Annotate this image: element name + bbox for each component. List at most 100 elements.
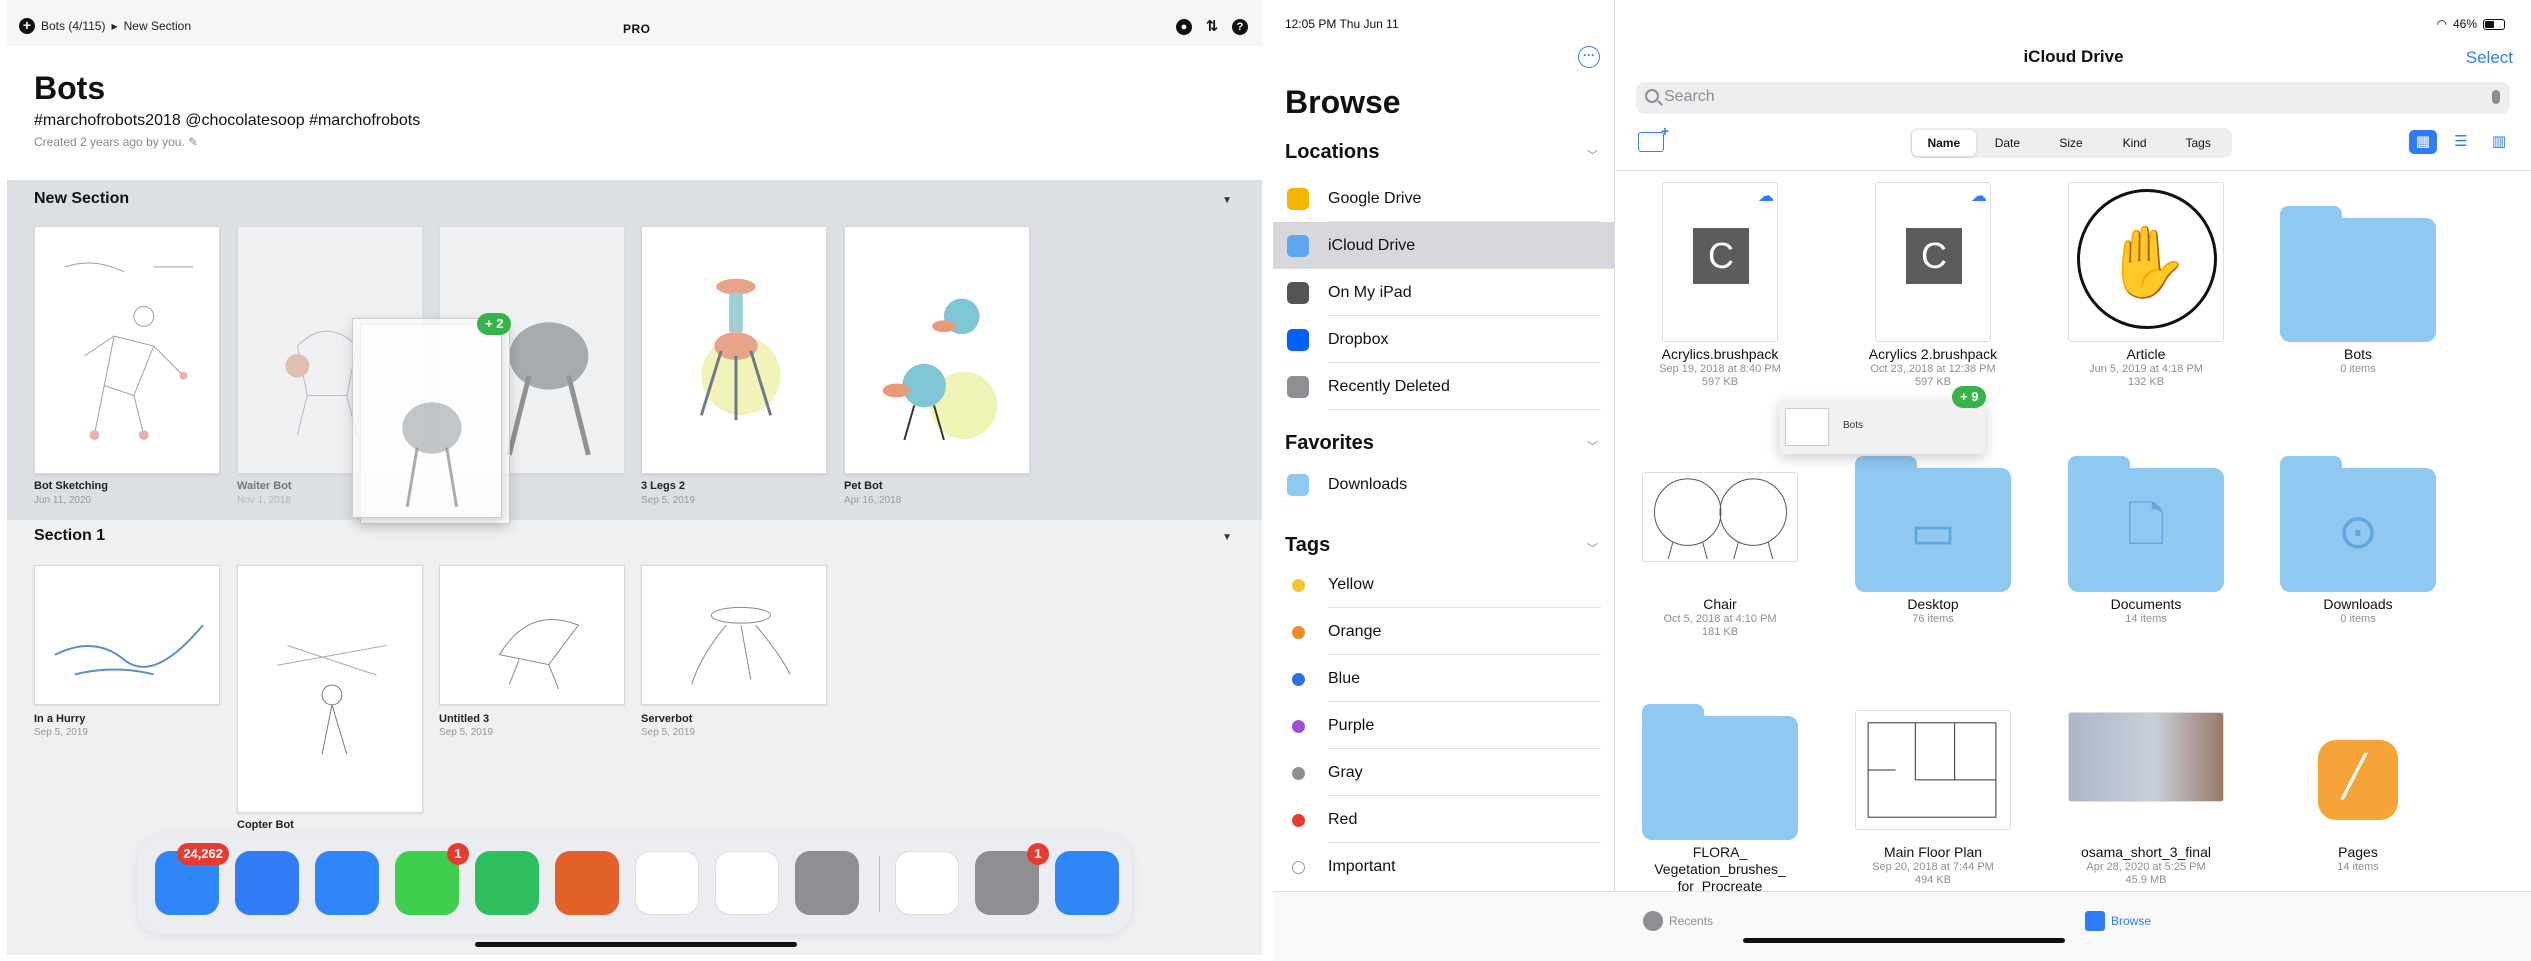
dragged-artworks[interactable] <box>352 318 510 528</box>
section-collapse-icon[interactable]: ▼ <box>1222 195 1232 206</box>
files-icon[interactable] <box>235 851 299 915</box>
home-indicator[interactable] <box>475 942 797 947</box>
artwork-name: In a Hurry <box>34 713 86 725</box>
file-item-chair[interactable]: Chair Oct 5, 2018 at 4:10 PM 181 KB <box>1630 432 1810 639</box>
section-collapse-icon[interactable]: ▼ <box>1222 532 1232 543</box>
dragged-stack-preview[interactable]: Bots <box>1779 400 1985 454</box>
file-item-article[interactable]: ✋ Article Jun 5, 2019 at 4:18 PM 132 KB <box>2056 182 2236 389</box>
section-title-1[interactable]: Section 1 <box>34 527 105 545</box>
sort-kind[interactable]: Kind <box>2103 130 2167 156</box>
sort-date[interactable]: Date <box>1976 130 2040 156</box>
chevron-down-icon[interactable]: ﹀ <box>1587 147 1598 163</box>
new-folder-icon[interactable] <box>1638 123 1669 152</box>
add-icon[interactable]: + <box>19 18 35 34</box>
search-input[interactable] <box>1664 88 2464 106</box>
file-meta: 76 items <box>1912 613 1954 625</box>
favorites-header[interactable]: Favorites <box>1285 432 1374 455</box>
sidebar-item-on-my-ipad[interactable]: On My iPad <box>1273 269 1615 316</box>
sidebar-item-dropbox[interactable]: Dropbox <box>1273 316 1615 363</box>
slack-icon[interactable] <box>635 851 699 915</box>
sidebar-tag-red[interactable]: Red <box>1273 796 1615 843</box>
file-item-acrylics-brushpack[interactable]: C ☁ Acrylics.brushpack Sep 19, 2018 at 8:40… <box>1630 182 1810 389</box>
breadcrumb-stack[interactable]: Bots (4/115) <box>41 19 105 33</box>
file-meta: Sep 19, 2018 at 8:40 PM <box>1659 363 1781 375</box>
file-name: FLORA_ Vegetation_brushes_ for_Procreate <box>1654 844 1786 894</box>
file-thumbnail <box>1640 432 1800 592</box>
cloud-download-icon[interactable]: ☁ <box>1758 186 1774 206</box>
settings-icon[interactable]: 1 <box>975 843 1049 915</box>
dragged-thumbnail <box>402 402 462 508</box>
sort-tags[interactable]: Tags <box>2166 130 2230 156</box>
folder-title: iCloud Drive <box>2023 47 2124 66</box>
help-icon[interactable]: ? <box>1232 19 1248 35</box>
procreate-icon[interactable] <box>555 851 619 915</box>
messages-icon[interactable]: 1 <box>395 843 469 915</box>
file-item-flora-vegetation-brushes-for-procreate[interactable]: FLORA_ Vegetation_brushes_ for_Procreate… <box>1630 680 1810 908</box>
chevron-down-icon[interactable]: ﹀ <box>1587 540 1598 556</box>
file-meta: Oct 5, 2018 at 4:10 PM <box>1663 613 1777 625</box>
sidebar-tag-important[interactable]: Important <box>1273 843 1615 890</box>
locations-header[interactable]: Locations <box>1285 141 1379 164</box>
sort-size[interactable]: Size <box>2039 130 2103 156</box>
cloud-download-icon[interactable]: ☁ <box>1971 186 1987 206</box>
artwork-thumbnail <box>498 619 580 690</box>
folder-glyph-icon: ⊙ <box>2337 506 2379 560</box>
file-thumbnail: ╱ <box>2278 680 2438 840</box>
file-item-downloads[interactable]: ⊙ Downloads 0 items <box>2268 432 2448 626</box>
sidebar-item-label: iCloud Drive <box>1328 237 1416 254</box>
home-indicator[interactable] <box>1743 938 2065 943</box>
sidebar-tag-purple[interactable]: Purple <box>1273 702 1615 749</box>
chevron-down-icon[interactable]: ﹀ <box>1587 438 1598 454</box>
sidebar-tag-gray[interactable]: Gray <box>1273 749 1615 796</box>
breadcrumb-section[interactable]: New Section <box>124 19 191 33</box>
tab-bar: Recents Browse <box>1273 891 2531 961</box>
select-button[interactable]: Select <box>2466 48 2513 68</box>
camera-icon[interactable] <box>795 851 859 915</box>
account-icon[interactable]: ● <box>1176 19 1192 35</box>
breadcrumb[interactable]: + Bots (4/115) ▶ New Section <box>19 18 191 34</box>
sidebar-item-google-drive[interactable]: Google Drive <box>1273 175 1615 222</box>
file-item-pages[interactable]: ╱ Pages 14 items <box>2268 680 2448 874</box>
tag-color-icon <box>1292 673 1305 686</box>
sidebar-item-icloud-drive[interactable]: iCloud Drive <box>1273 222 1615 269</box>
column-view-icon[interactable]: ▥ <box>2485 130 2513 154</box>
file-name: Desktop <box>1907 596 1959 612</box>
more-icon[interactable]: ··· <box>1578 46 1600 68</box>
tab-browse[interactable]: Browse <box>2085 911 2151 931</box>
sidebar-tag-label: Gray <box>1328 764 1363 781</box>
file-item-desktop[interactable]: ▭ Desktop 76 items <box>1843 432 2023 626</box>
sidebar-item-downloads[interactable]: Downloads <box>1273 461 1615 508</box>
microphone-icon[interactable] <box>2492 90 2500 104</box>
color-wheel-icon[interactable] <box>895 851 959 915</box>
grid-view-icon[interactable]: ▦ <box>2409 130 2437 154</box>
edit-icon[interactable]: ✎ <box>188 135 198 149</box>
artwork-thumbnail <box>64 262 194 441</box>
sidebar-item-recently-deleted[interactable]: Recently Deleted <box>1273 363 1615 410</box>
safari-icon[interactable] <box>315 851 379 915</box>
sort-name[interactable]: Name <box>1912 130 1976 156</box>
tags-header[interactable]: Tags <box>1285 534 1330 557</box>
file-item-bots[interactable]: Bots 0 items <box>2268 182 2448 376</box>
file-size: 597 KB <box>1701 376 1739 388</box>
safari-icon[interactable] <box>1055 851 1119 915</box>
sort-arrows-icon[interactable]: ⇅ <box>1204 19 1220 35</box>
file-thumbnail: ▭ <box>1853 432 2013 592</box>
sidebar-tag-yellow[interactable]: Yellow <box>1273 561 1615 608</box>
trash-icon <box>1287 376 1309 398</box>
file-size: 181 KB <box>1701 626 1739 638</box>
sidebar-tag-blue[interactable]: Blue <box>1273 655 1615 702</box>
evernote-icon[interactable] <box>475 851 539 915</box>
brushpack-icon: C <box>1662 182 1778 342</box>
mail-icon[interactable]: 24,262 <box>155 843 229 915</box>
photos-icon[interactable] <box>715 851 779 915</box>
file-item-main-floor-plan[interactable]: Main Floor Plan Sep 20, 2018 at 7:44 PM 49… <box>1843 680 2023 887</box>
file-item-acrylics-2-brushpack[interactable]: C ☁ Acrylics 2.brushpack Oct 23, 2018 at 12… <box>1843 182 2023 389</box>
tab-recents[interactable]: Recents <box>1643 911 1713 931</box>
artwork-date: Sep 5, 2019 <box>34 727 88 738</box>
search-bar[interactable] <box>1636 82 2510 114</box>
list-view-icon[interactable]: ☰ <box>2447 130 2475 154</box>
section-title-new[interactable]: New Section <box>34 190 129 208</box>
file-item-osama-short-3-final[interactable]: osama_short_3_final Apr 28, 2020 at 5:25 … <box>2056 680 2236 887</box>
sidebar-tag-orange[interactable]: Orange <box>1273 608 1615 655</box>
file-item-documents[interactable]: 🗋 Documents 14 items <box>2056 432 2236 626</box>
